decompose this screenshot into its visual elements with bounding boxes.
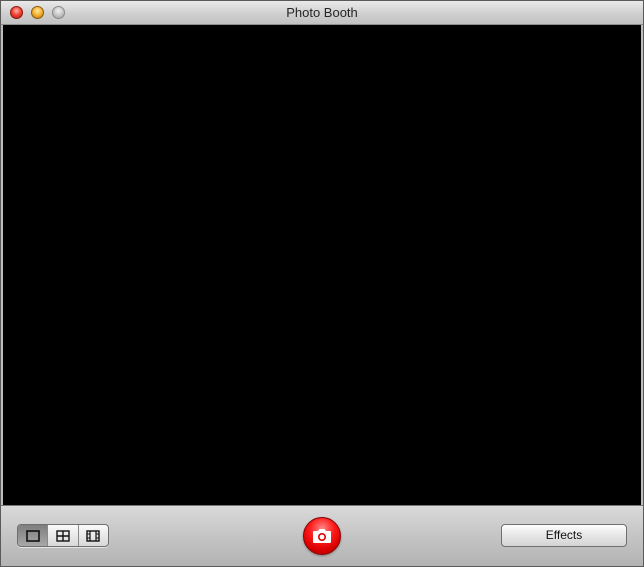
view-mode-selector xyxy=(17,524,109,547)
take-photo-button[interactable] xyxy=(303,517,341,555)
view-mode-movie-button[interactable] xyxy=(79,525,108,546)
grid-four-icon xyxy=(56,529,70,542)
photo-booth-window: Photo Booth Effects xyxy=(0,0,644,567)
bottom-toolbar: Effects xyxy=(1,505,643,566)
film-strip-icon xyxy=(86,529,101,542)
effects-button[interactable]: Effects xyxy=(501,524,627,547)
view-mode-single-button[interactable] xyxy=(18,525,49,546)
camera-icon xyxy=(313,529,331,543)
title-bar[interactable]: Photo Booth xyxy=(1,1,643,25)
camera-preview xyxy=(3,25,641,505)
window-title: Photo Booth xyxy=(286,5,358,20)
single-frame-icon xyxy=(25,529,40,542)
view-mode-four-up-button[interactable] xyxy=(48,525,79,546)
